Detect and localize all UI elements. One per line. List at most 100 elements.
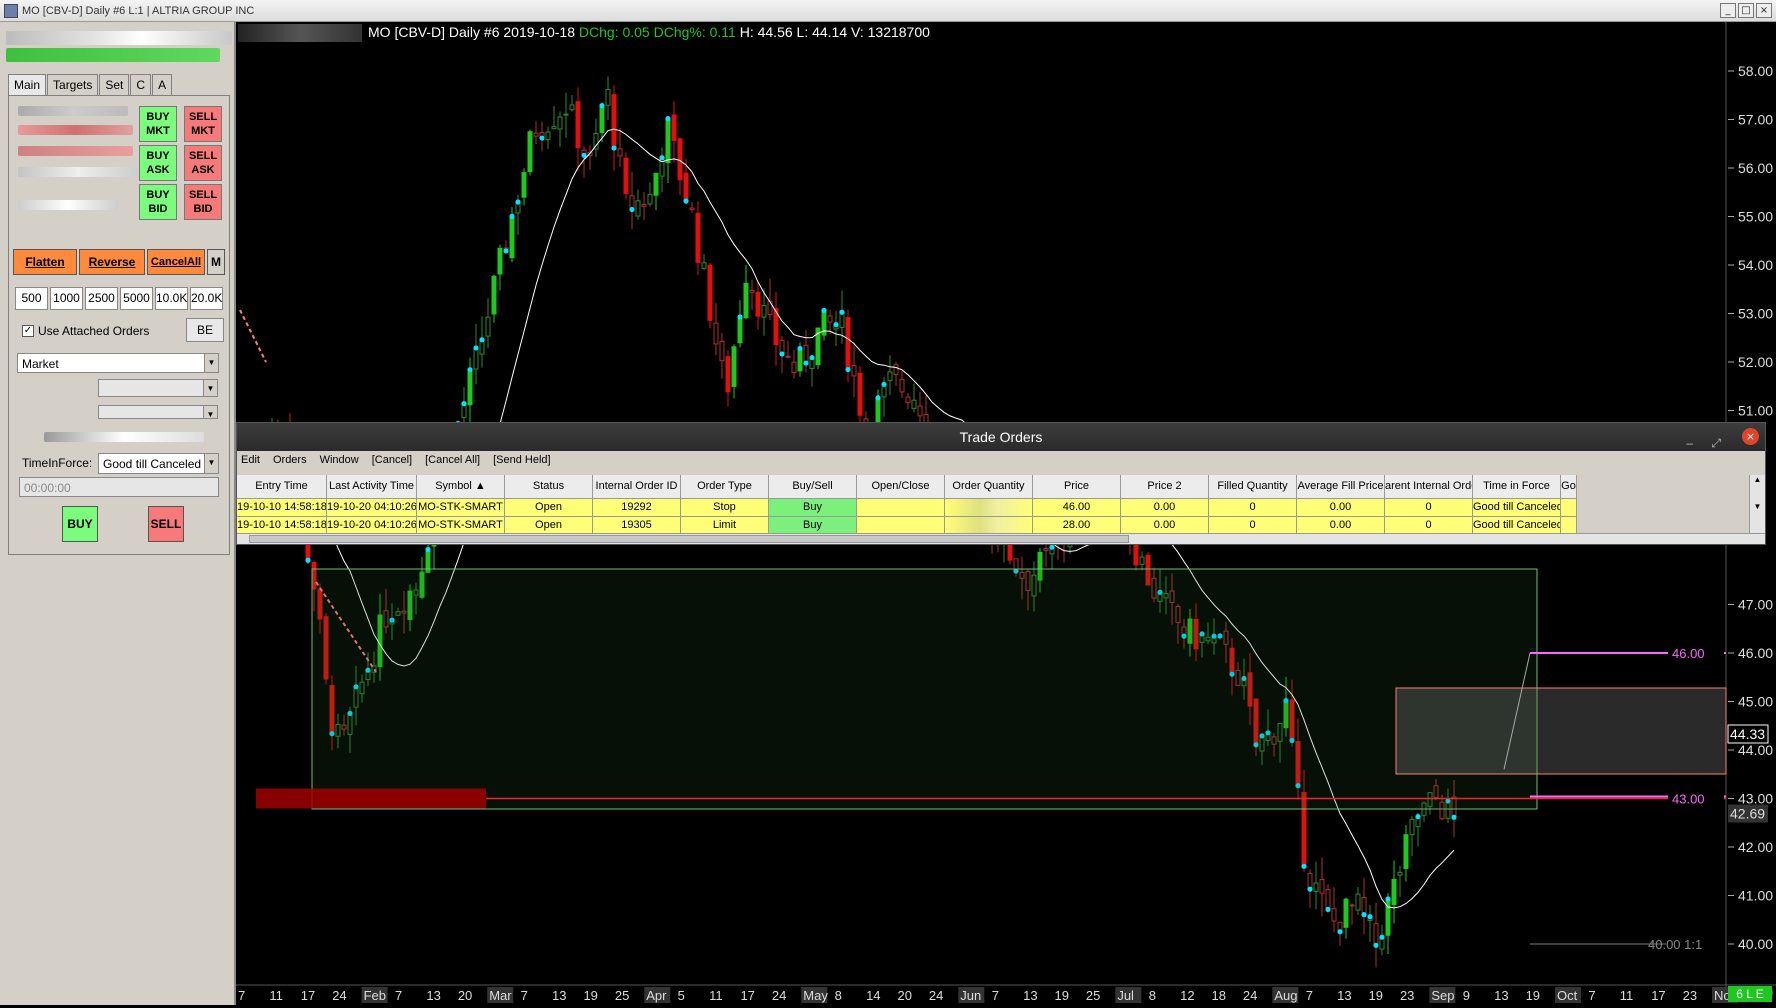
order-cell: 0 (1209, 499, 1297, 517)
tab-set[interactable]: Set (99, 74, 130, 96)
sell-button[interactable]: SELL (148, 506, 184, 542)
candle-body (749, 290, 755, 293)
window-title: MO [CBV-D] Daily #6 L:1 | ALTRIA GROUP I… (22, 4, 255, 17)
date-axis-label: Oct (1557, 988, 1578, 1003)
trade-window-panel: Main Targets Set C A BUY MKT SELL MKT BU… (0, 22, 236, 1005)
order-cell: Open (505, 499, 593, 517)
menu-orders[interactable]: Orders (273, 454, 307, 466)
signal-marker (1307, 886, 1313, 892)
sell-bid-button[interactable]: SELL BID (184, 184, 222, 220)
buy-ask-button[interactable]: BUY ASK (139, 145, 177, 181)
column-header[interactable]: Price (1033, 475, 1121, 499)
column-header[interactable]: Filled Quantity (1209, 475, 1297, 499)
column-header[interactable]: Go (1561, 475, 1577, 499)
tab-c[interactable]: C (130, 74, 152, 96)
sell-ask-button[interactable]: SELL ASK (184, 145, 222, 181)
candle-body (1373, 923, 1379, 946)
price-axis-label: 57.00 (1738, 112, 1773, 128)
signal-marker (1361, 912, 1367, 918)
signal-marker (1301, 863, 1307, 869)
candle-body (569, 104, 575, 111)
candle-body (887, 371, 893, 382)
date-axis-label: Jul (1117, 988, 1134, 1003)
date-axis-label: Aug (1274, 988, 1297, 1003)
tab-main[interactable]: Main (8, 74, 47, 96)
order-row[interactable]: 19-10-10 14:58:18.0 19-10-20 04:10:26.9 MO… (237, 499, 1749, 517)
quantity-10k-button[interactable]: 10.0K (155, 287, 188, 310)
restore-icon[interactable]: ⤢ (1711, 429, 1721, 457)
column-header[interactable]: Average Fill Price (1297, 475, 1385, 499)
time-in-force-select[interactable]: Good till Canceled ▼ (98, 453, 219, 474)
candle-body (851, 365, 857, 377)
candle-body (857, 372, 863, 416)
column-header[interactable]: Buy/Sell (769, 475, 857, 499)
column-header[interactable]: Last Activity Time (327, 475, 417, 499)
chevron-down-icon: ▼ (204, 354, 218, 372)
date-axis-label: 17 (301, 988, 315, 1003)
candle-body (713, 322, 719, 345)
menu-send-held[interactable]: [Send Held] (493, 454, 550, 466)
order-type-select[interactable]: Market ▼ (17, 353, 219, 373)
menu-cancel-all[interactable]: [Cancel All] (425, 454, 480, 466)
menu-cancel[interactable]: [Cancel] (372, 454, 412, 466)
menu-edit[interactable]: Edit (241, 454, 260, 466)
date-axis-label: 7 (521, 988, 528, 1003)
m-button[interactable]: M (207, 249, 225, 275)
orders-table: Entry Time Last Activity Time Symbol ▲ Stat… (237, 475, 1749, 535)
flatten-button[interactable]: Flatten (13, 249, 77, 275)
column-header[interactable]: Internal Order ID (593, 475, 681, 499)
price-axis-label: 54.00 (1738, 257, 1773, 273)
buy-bid-button[interactable]: BUY BID (139, 184, 177, 220)
column-header[interactable]: Time in Force (1473, 475, 1561, 499)
buy-button[interactable]: BUY (62, 506, 98, 542)
vertical-scrollbar[interactable]: ▲ ▼ (1749, 475, 1765, 534)
column-header[interactable]: Order Quantity (945, 475, 1033, 499)
column-header[interactable]: Symbol ▲ (417, 475, 505, 499)
signal-marker (779, 351, 785, 357)
info-field-blurred (18, 200, 118, 210)
column-header[interactable]: arent Internal Order I (1385, 475, 1473, 499)
candle-body (845, 317, 851, 371)
candle-body (575, 101, 581, 149)
close-button[interactable]: × (1756, 3, 1772, 18)
menu-window[interactable]: Window (320, 454, 359, 466)
date-axis-label: 19 (583, 988, 597, 1003)
tab-a[interactable]: A (152, 74, 173, 96)
quantity-5000-button[interactable]: 5000 (120, 287, 153, 310)
reverse-button[interactable]: Reverse (79, 249, 145, 275)
horizontal-scrollbar[interactable] (237, 533, 1765, 544)
buy-market-button[interactable]: BUY MKT (139, 106, 177, 142)
date-axis-label: 8 (835, 988, 842, 1003)
order-cell: 0 (1385, 499, 1473, 517)
sell-market-button[interactable]: SELL MKT (184, 106, 222, 142)
info-field-blurred (18, 146, 133, 156)
candle-body (917, 405, 923, 417)
column-header[interactable]: Open/Close (857, 475, 945, 499)
column-header[interactable]: Price 2 (1121, 475, 1209, 499)
maximize-button[interactable]: □ (1738, 3, 1754, 18)
quantity-2500-button[interactable]: 2500 (85, 287, 118, 310)
column-header[interactable]: Entry Time (237, 475, 327, 499)
cancel-all-button[interactable]: CancelAll (147, 249, 205, 275)
quantity-500-button[interactable]: 500 (15, 287, 48, 310)
column-header[interactable]: Order Type (681, 475, 769, 499)
close-icon[interactable]: × (1742, 428, 1759, 445)
use-attached-orders-label: Use Attached Orders (38, 324, 150, 338)
date-axis-label: Jun (960, 988, 981, 1003)
break-even-button[interactable]: BE (186, 318, 224, 342)
quantity-20k-button[interactable]: 20.0K (190, 287, 223, 310)
candle-body (647, 194, 653, 205)
quantity-1000-button[interactable]: 1000 (50, 287, 83, 310)
use-attached-orders-checkbox[interactable]: ✓ (22, 325, 34, 337)
minimize-icon[interactable]: – (1686, 429, 1693, 457)
price-axis-label: 40.00 (1738, 936, 1773, 952)
scrollbar-thumb[interactable] (249, 535, 1129, 543)
minimize-button[interactable]: _ (1720, 3, 1736, 18)
candle-body (1313, 882, 1319, 892)
date-axis-label: 17 (740, 988, 754, 1003)
column-header[interactable]: Status (505, 475, 593, 499)
date-axis-label: 7 (1588, 988, 1595, 1003)
date-axis-label: 8 (1149, 988, 1156, 1003)
date-axis-label: 25 (615, 988, 629, 1003)
tab-targets[interactable]: Targets (47, 74, 99, 96)
